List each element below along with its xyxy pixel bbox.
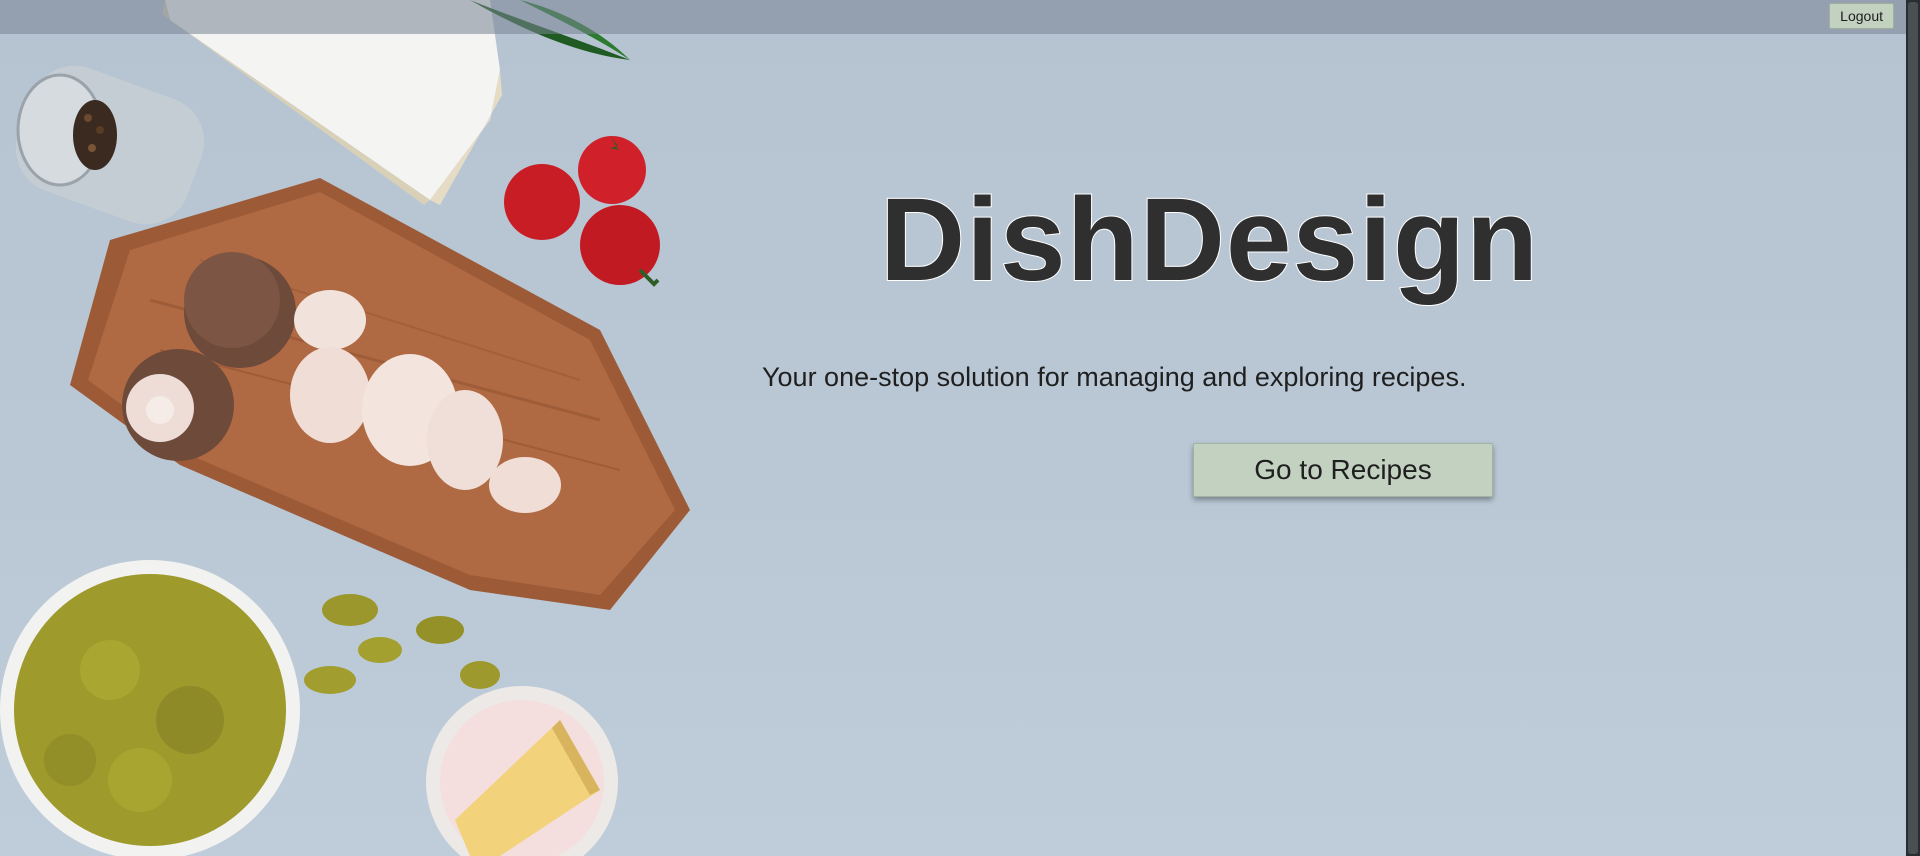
pasta-pieces [304,594,500,694]
pasta-bowl [0,560,300,856]
parmesan-bowl [426,686,618,856]
app-subtitle: Your one-stop solution for managing and … [762,362,1467,392]
app-title: DishDesign [879,174,1540,306]
go-to-recipes-button[interactable]: Go to Recipes [1193,443,1493,497]
logout-button[interactable]: Logout [1829,3,1894,29]
cherry-tomatoes [504,136,660,287]
top-bar: Logout [0,0,1906,34]
vertical-scrollbar[interactable] [1906,0,1920,856]
landing-page: Logout DishDesign Your one-stop solution… [0,0,1920,856]
pepper-jar [15,65,205,225]
food-background-illustration [0,0,690,856]
scrollbar-thumb[interactable] [1908,2,1918,854]
